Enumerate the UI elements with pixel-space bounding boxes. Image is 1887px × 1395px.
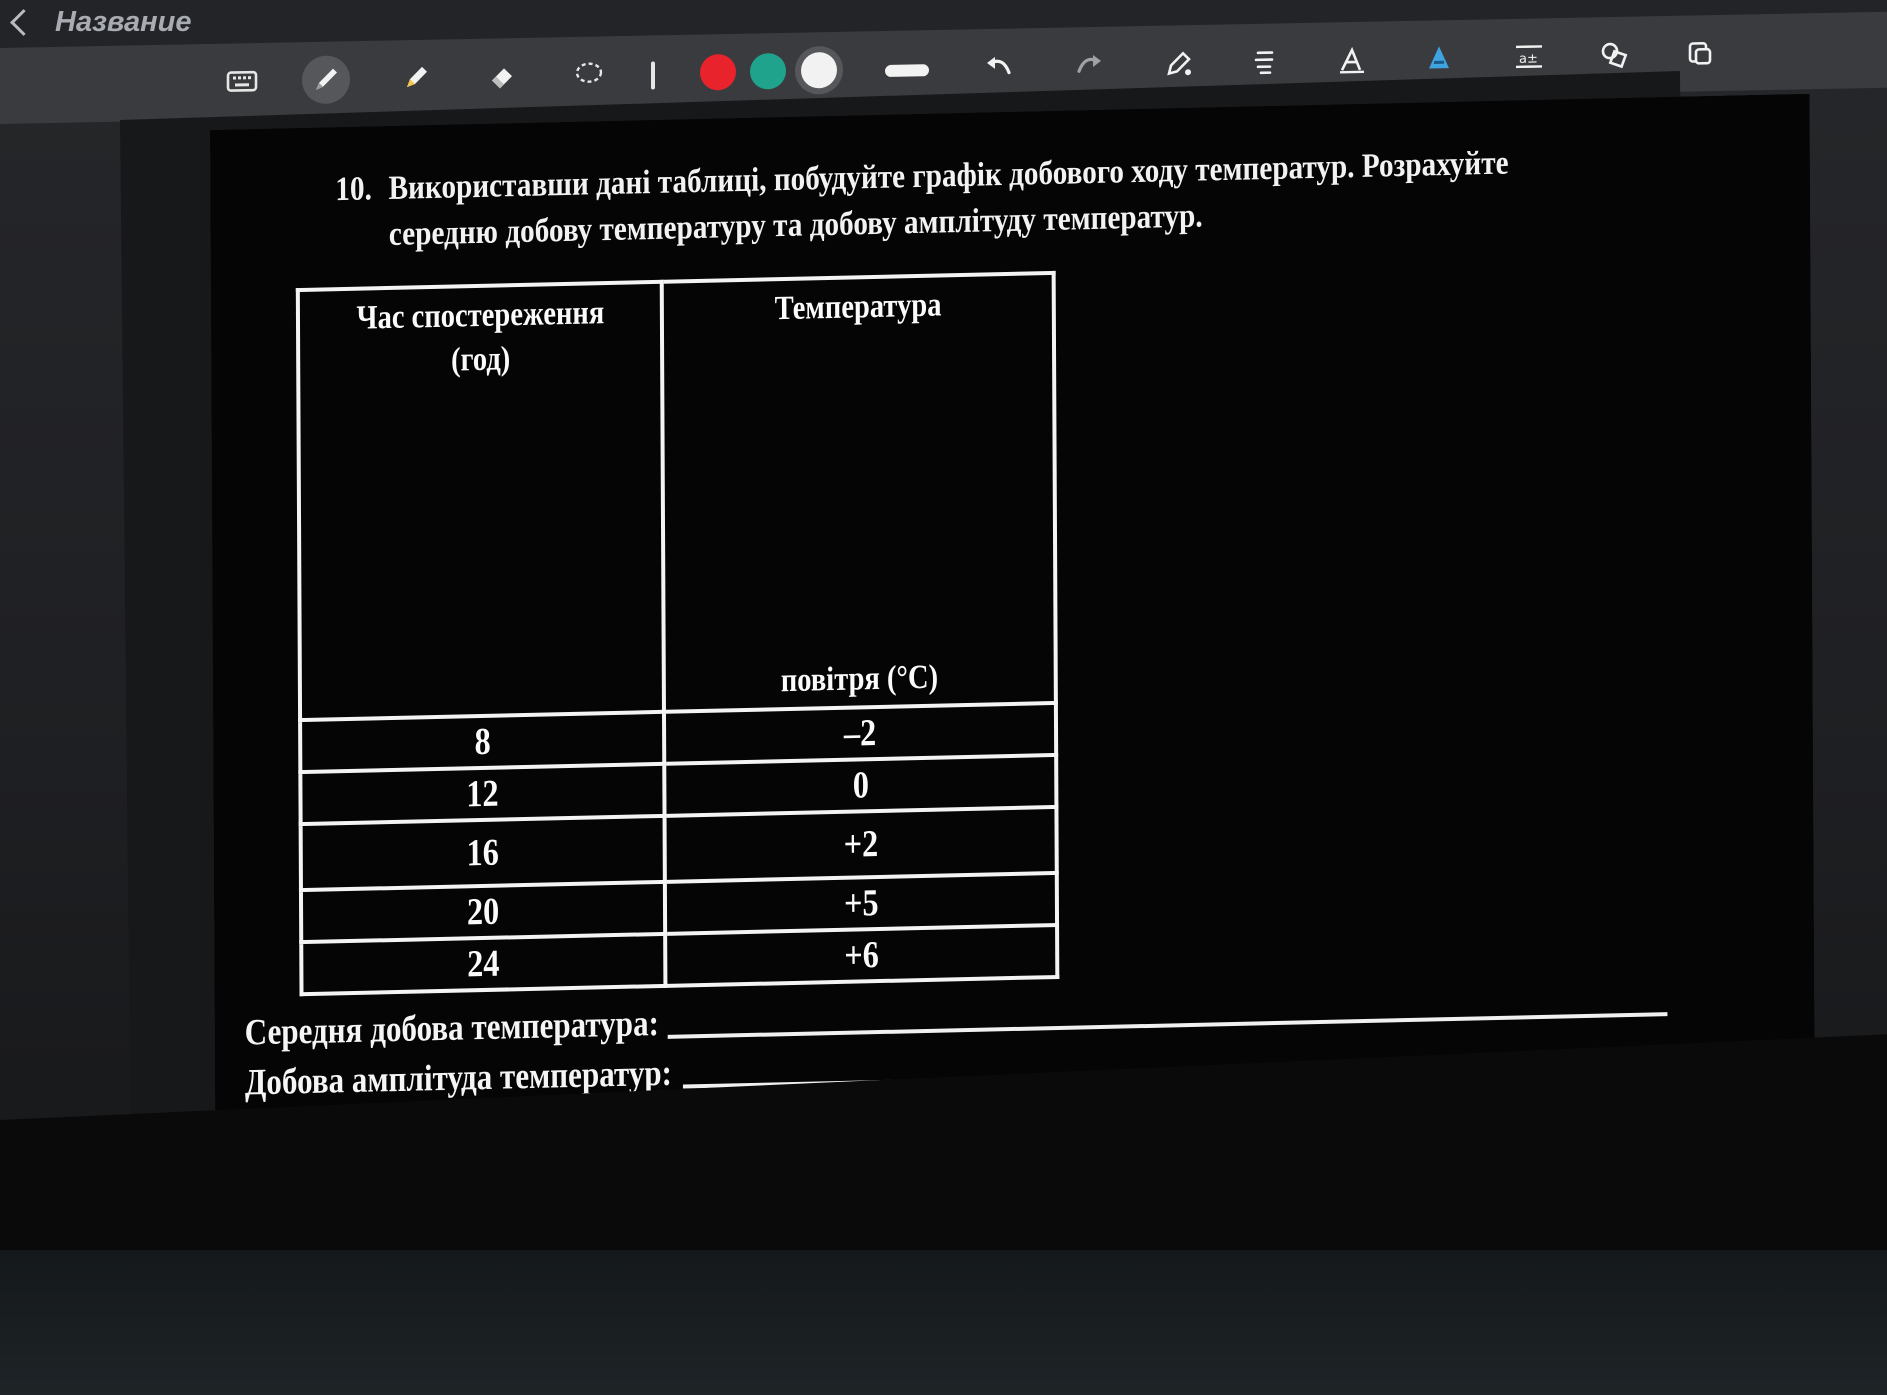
time-value: 12 [466,772,499,816]
redo-icon[interactable] [1065,41,1113,90]
text-style-icon[interactable] [1240,37,1288,86]
cell-temp: +5 [665,873,1057,934]
header-time-line-2: (год) [450,340,510,379]
temp-value: +6 [843,934,879,977]
cell-time: 20 [301,882,665,942]
temp-value: +5 [843,882,879,925]
table-header-row: Час спостереження (год) Температура пові… [298,273,1056,720]
average-temperature-label: Середня добова температура: [244,1003,660,1054]
time-value: 8 [473,720,491,764]
white-color-dot [801,51,837,89]
cell-temp: 0 [664,755,1056,816]
question-text: 10. Використавши дані таблиці, побудуйте … [335,139,1556,259]
undo-icon[interactable] [975,42,1023,91]
average-temperature-answer-line[interactable] [668,1012,1668,1039]
cell-temp: +6 [665,925,1057,986]
document-title[interactable]: Название [55,6,192,39]
question-number: 10. [335,170,372,209]
keyboard-icon[interactable] [218,57,266,106]
cell-temp: –2 [664,703,1056,764]
color-swatch-red[interactable] [700,53,736,91]
highlighter-icon[interactable] [392,54,440,103]
svg-text:a±: a± [1519,51,1538,66]
cell-time: 16 [301,816,665,890]
worksheet-page: 10. Використавши дані таблиці, побудуйте … [210,94,1815,1160]
cell-temp: +2 [665,807,1057,882]
fill-icon[interactable] [1415,34,1463,83]
temp-value: 0 [852,764,869,807]
cell-time: 24 [301,934,665,994]
header-time: Час спостереження (год) [298,282,664,720]
cell-time: 12 [300,764,664,824]
header-temperature: Температура повітря (°С) [662,273,1056,712]
copy-icon[interactable] [1676,29,1724,78]
temp-value: +2 [843,823,879,866]
photo-of-tablet-screen: Название a± 10. Використавши дані таблиц… [0,0,1887,1395]
time-value: 16 [466,831,500,875]
color-swatch-white-selected[interactable] [795,45,843,95]
pen-icon[interactable] [302,55,350,105]
lasso-icon[interactable] [565,50,613,99]
temperature-table: Час спостереження (год) Температура пові… [296,271,1060,996]
text-tool-icon[interactable] [1328,36,1376,85]
time-value: 20 [466,890,500,934]
toolbar-divider [651,61,655,90]
cell-time: 8 [300,712,664,772]
eraser-icon[interactable] [478,52,526,101]
color-swatch-teal[interactable] [750,52,786,90]
stroke-width-icon[interactable] [885,64,929,78]
header-time-line-1: Час спостереження [355,294,604,337]
header-temperature-line-2: повітря (°С) [781,658,939,700]
header-temperature-line-1: Температура [774,286,942,328]
text-format-icon[interactable]: a± [1505,32,1553,81]
chevron-left-icon [10,8,37,36]
pen-settings-icon[interactable] [1155,39,1203,88]
header-time-label: Час спостереження (год) [356,285,604,385]
back-button[interactable]: Название [4,0,192,44]
temp-value: –2 [843,712,877,755]
background-fabric [0,1250,1887,1395]
time-value: 24 [467,942,500,986]
